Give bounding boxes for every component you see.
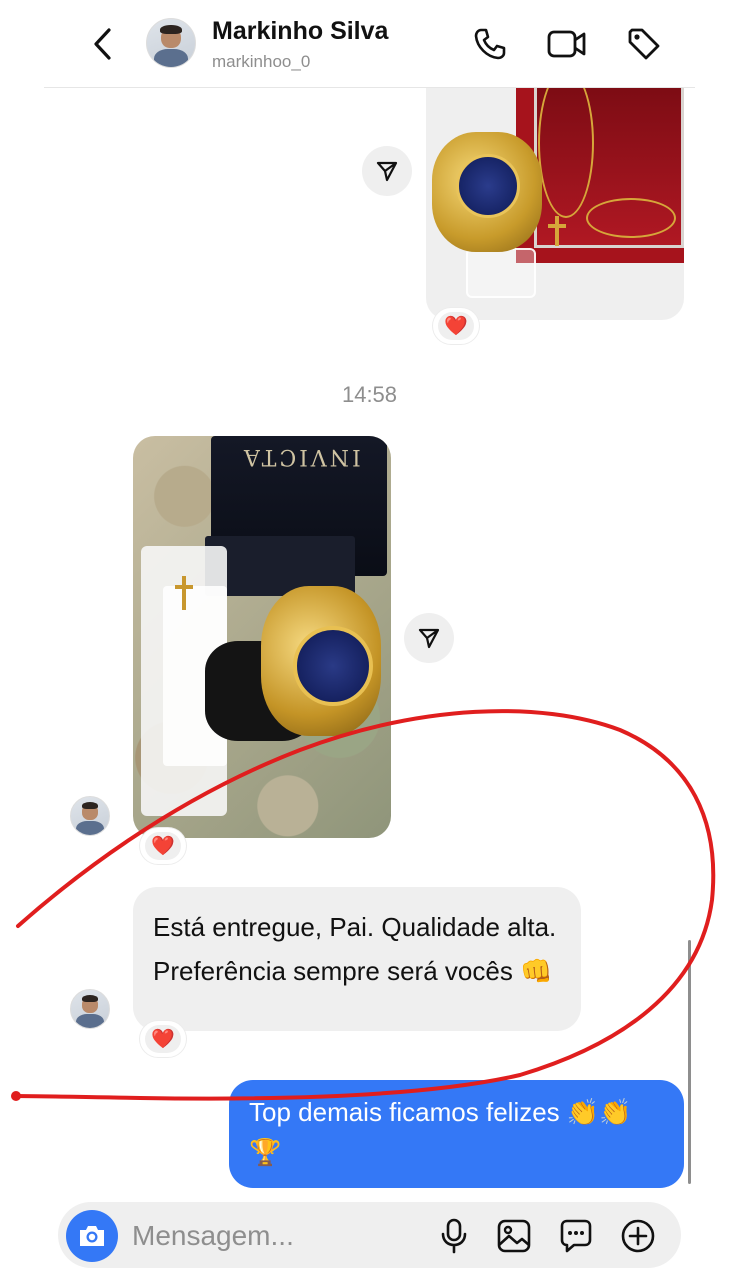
sent-message-text: Top demais ficamos felizes 👏👏🏆 xyxy=(249,1097,632,1167)
plus-icon xyxy=(621,1219,655,1253)
send-icon xyxy=(418,628,440,649)
reaction-badge-3[interactable]: ❤️ xyxy=(140,1021,186,1057)
gallery-icon xyxy=(497,1219,531,1253)
sender-avatar-2[interactable] xyxy=(70,989,110,1029)
reaction-badge-2[interactable]: ❤️ xyxy=(140,828,186,864)
gallery-button[interactable] xyxy=(494,1216,534,1256)
sent-text-message[interactable]: Top demais ficamos felizes 👏👏🏆 xyxy=(229,1080,684,1188)
received-message-text: Está entregue, Pai. Qualidade alta. Pref… xyxy=(153,912,557,986)
scrollbar[interactable] xyxy=(688,940,691,1184)
heart-icon: ❤️ xyxy=(151,836,175,857)
message-composer xyxy=(58,1202,681,1268)
share-photo-button-2[interactable] xyxy=(404,613,454,663)
brand-text: INVICTA xyxy=(241,444,361,469)
sent-photo-message[interactable] xyxy=(426,88,684,320)
heart-icon: ❤️ xyxy=(444,316,468,337)
phone-icon xyxy=(474,28,506,60)
tag-button[interactable] xyxy=(624,24,664,64)
message-input[interactable] xyxy=(132,1216,422,1256)
heart-icon: ❤️ xyxy=(151,1029,175,1050)
tag-icon xyxy=(628,28,660,60)
microphone-icon xyxy=(441,1218,467,1254)
sticker-icon xyxy=(560,1219,592,1253)
camera-icon xyxy=(80,1226,104,1246)
send-icon xyxy=(376,161,398,182)
sticker-button[interactable] xyxy=(556,1216,596,1256)
back-icon xyxy=(94,28,111,60)
more-options-button[interactable] xyxy=(618,1216,658,1256)
camera-button[interactable] xyxy=(66,1210,118,1262)
chat-header: Markinho Silva markinhoo_0 xyxy=(0,0,739,88)
received-photo-message[interactable]: INVICTA xyxy=(133,436,391,838)
audio-call-button[interactable] xyxy=(470,24,510,64)
contact-username[interactable]: markinhoo_0 xyxy=(212,52,310,72)
video-call-button[interactable] xyxy=(547,24,587,64)
share-photo-button-1[interactable] xyxy=(362,146,412,196)
sender-avatar-1[interactable] xyxy=(70,796,110,836)
video-icon xyxy=(547,30,586,58)
contact-avatar[interactable] xyxy=(146,18,196,68)
voice-message-button[interactable] xyxy=(434,1216,474,1256)
contact-name[interactable]: Markinho Silva xyxy=(212,17,388,46)
reaction-badge-1[interactable]: ❤️ xyxy=(433,308,479,344)
message-timestamp: 14:58 xyxy=(341,382,398,407)
back-button[interactable] xyxy=(84,24,120,64)
received-text-message[interactable]: Está entregue, Pai. Qualidade alta. Pref… xyxy=(133,887,581,1031)
